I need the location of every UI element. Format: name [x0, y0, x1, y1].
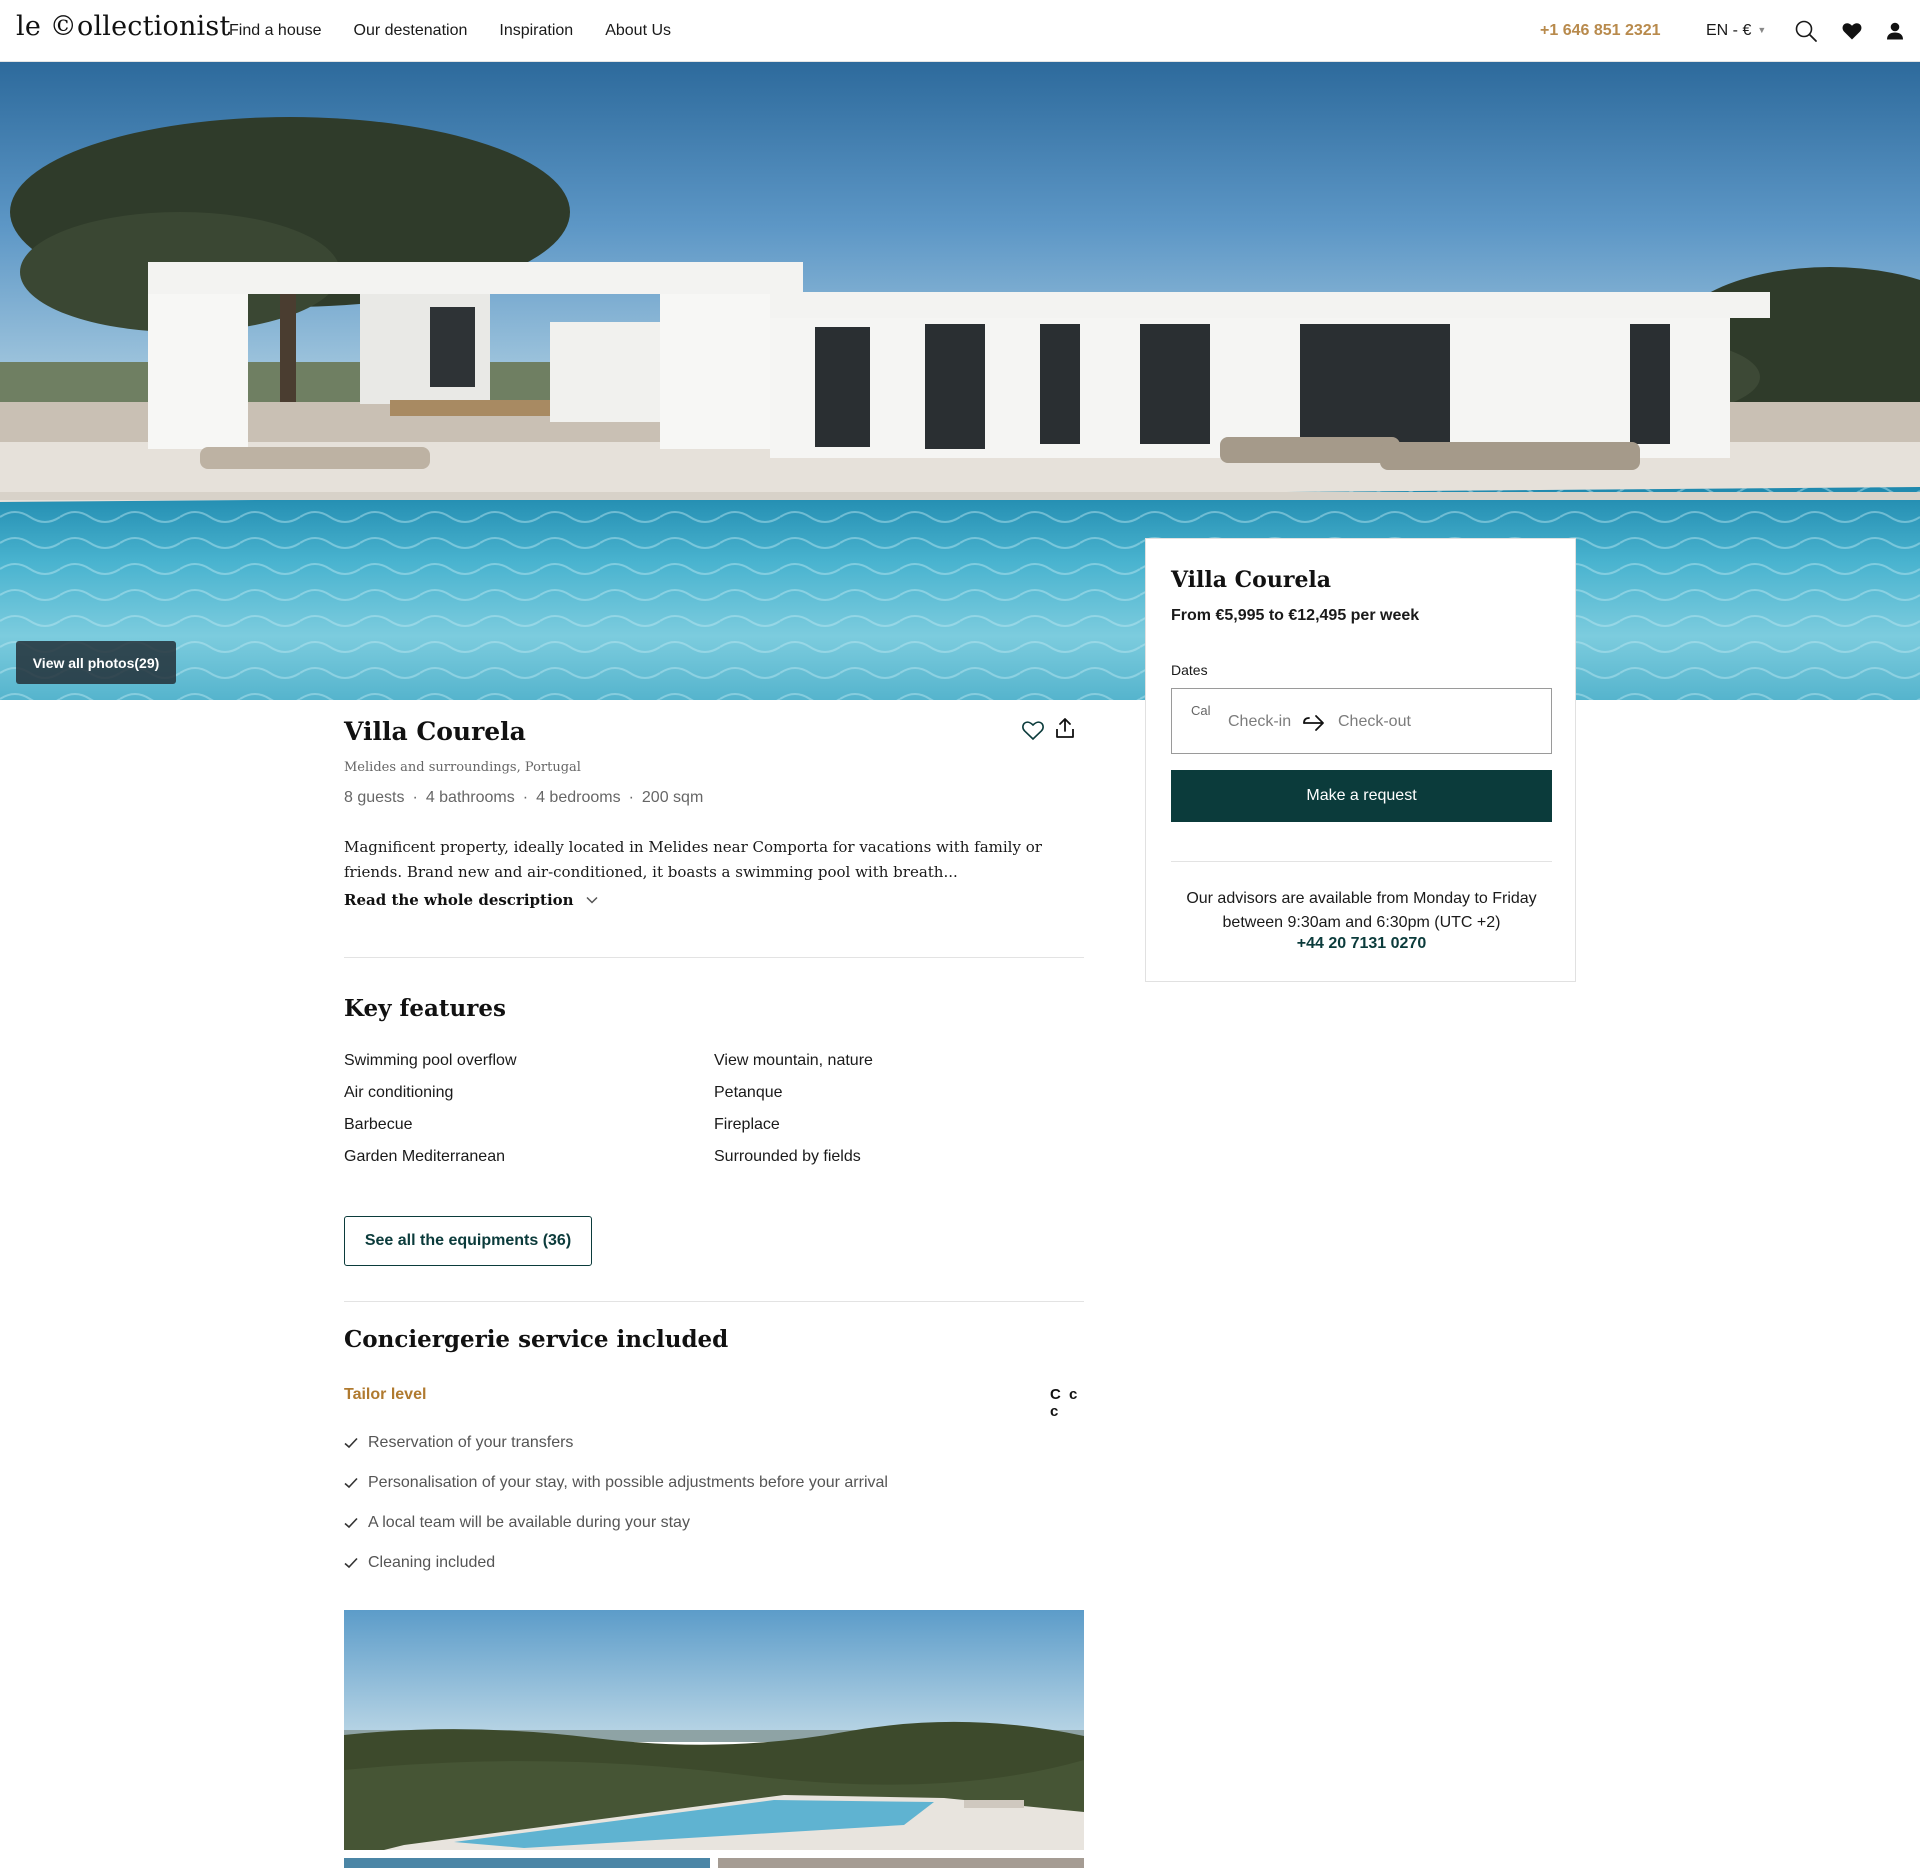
- share-icon[interactable]: [1054, 716, 1076, 740]
- key-features-title: Key features: [344, 995, 506, 1022]
- concierge-item: Cleaning included: [344, 1554, 495, 1572]
- heart-icon[interactable]: [1840, 19, 1864, 43]
- spec-surface: 200 sqm: [641, 789, 704, 806]
- spec-bedrooms: 4 bedrooms: [536, 789, 621, 806]
- concierge-item: A local team will be available during yo…: [344, 1514, 690, 1532]
- calendar-icon: Cal: [1191, 703, 1219, 739]
- hero-photo[interactable]: [0, 62, 1920, 700]
- site-logo[interactable]: le ©ollectionist: [16, 11, 231, 42]
- header-phone[interactable]: +1 646 851 2321: [1540, 22, 1661, 40]
- feature-item: Swimming pool overflow: [344, 1052, 517, 1069]
- nav-destinations[interactable]: Our destenation: [354, 22, 468, 40]
- language-currency-selector[interactable]: EN - € ▼: [1706, 22, 1766, 40]
- feature-item: Barbecue: [344, 1116, 413, 1133]
- concierge-item: Reservation of your transfers: [344, 1434, 573, 1452]
- checkin-field[interactable]: Check-in: [1228, 713, 1291, 731]
- concierge-item: Personalisation of your stay, with possi…: [344, 1474, 888, 1492]
- concierge-level: Tailor level: [344, 1386, 427, 1403]
- concierge-item-label: Cleaning included: [368, 1554, 496, 1571]
- villa-specs: 8 guests · 4 bathrooms · 4 bedrooms · 200 sqm: [344, 789, 704, 806]
- site-header: le ©ollectionist Find a house Our desten…: [0, 0, 1920, 62]
- concierge-level-badge: C c c: [1050, 1386, 1080, 1420]
- feature-item: Air conditioning: [344, 1084, 454, 1101]
- feature-item: Surrounded by fields: [714, 1148, 861, 1165]
- arrow-right-icon: [1303, 715, 1324, 731]
- section-divider: [344, 957, 1084, 958]
- check-icon: [344, 1557, 358, 1569]
- feature-item: Petanque: [714, 1084, 783, 1101]
- feature-item: Garden Mediterranean: [344, 1148, 505, 1165]
- gallery-photo-landscape[interactable]: [344, 1610, 1084, 1850]
- nav-about-us[interactable]: About Us: [605, 22, 671, 40]
- read-description-link[interactable]: Read the whole description: [344, 891, 598, 909]
- calendar-icon-alt: Cal: [1191, 703, 1211, 718]
- check-icon: [344, 1437, 358, 1449]
- user-icon[interactable]: [1883, 19, 1907, 43]
- check-icon: [344, 1517, 358, 1529]
- see-all-equipments-button[interactable]: See all the equipments (36): [344, 1216, 592, 1266]
- advisors-phone-link[interactable]: +44 20 7131 0270: [1171, 935, 1552, 953]
- landscape-pool-photo: [344, 1610, 1084, 1850]
- booking-card: Villa Courela From €5,995 to €12,495 per…: [1145, 538, 1576, 982]
- date-range-picker[interactable]: Cal Check-in Check-out: [1171, 688, 1552, 754]
- checkout-field[interactable]: Check-out: [1338, 713, 1411, 731]
- check-icon: [344, 1477, 358, 1489]
- villa-location: Melides and surroundings, Portugal: [344, 760, 581, 775]
- main-nav: Find a house Our destenation Inspiration…: [229, 22, 671, 40]
- villa-pool-photo: [0, 62, 1920, 700]
- concierge-item-label: Reservation of your transfers: [368, 1434, 574, 1451]
- read-description-label: Read the whole description: [344, 891, 574, 909]
- section-divider: [344, 1301, 1084, 1302]
- chevron-down-icon: [586, 896, 598, 904]
- heart-outline-icon[interactable]: [1020, 718, 1046, 742]
- make-request-button[interactable]: Make a request: [1171, 770, 1552, 822]
- spec-bathrooms: 4 bathrooms: [425, 789, 515, 806]
- booking-villa-title: Villa Courela: [1171, 567, 1332, 593]
- feature-item: View mountain, nature: [714, 1052, 873, 1069]
- view-all-photos-button[interactable]: View all photos(29): [16, 641, 176, 684]
- gallery-photo[interactable]: [718, 1858, 1084, 1868]
- nav-inspiration[interactable]: Inspiration: [499, 22, 573, 40]
- spec-guests: 8 guests: [344, 789, 405, 806]
- gallery-photo[interactable]: [344, 1858, 710, 1868]
- concierge-title: Conciergerie service included: [344, 1326, 729, 1353]
- villa-description: Magnificent property, ideally located in…: [344, 838, 1042, 881]
- booking-price: From €5,995 to €12,495 per week: [1171, 607, 1420, 624]
- language-currency-label: EN - €: [1706, 22, 1752, 39]
- dates-label: Dates: [1171, 662, 1208, 678]
- concierge-item-label: A local team will be available during yo…: [368, 1514, 690, 1531]
- villa-title: Villa Courela: [344, 717, 526, 746]
- search-icon[interactable]: [1794, 19, 1818, 43]
- chevron-down-icon: ▼: [1757, 25, 1767, 35]
- concierge-item-label: Personalisation of your stay, with possi…: [368, 1474, 888, 1491]
- card-divider: [1171, 861, 1552, 862]
- feature-item: Fireplace: [714, 1116, 780, 1133]
- nav-find-a-house[interactable]: Find a house: [229, 22, 322, 40]
- advisors-availability: Our advisors are available from Monday t…: [1186, 890, 1537, 931]
